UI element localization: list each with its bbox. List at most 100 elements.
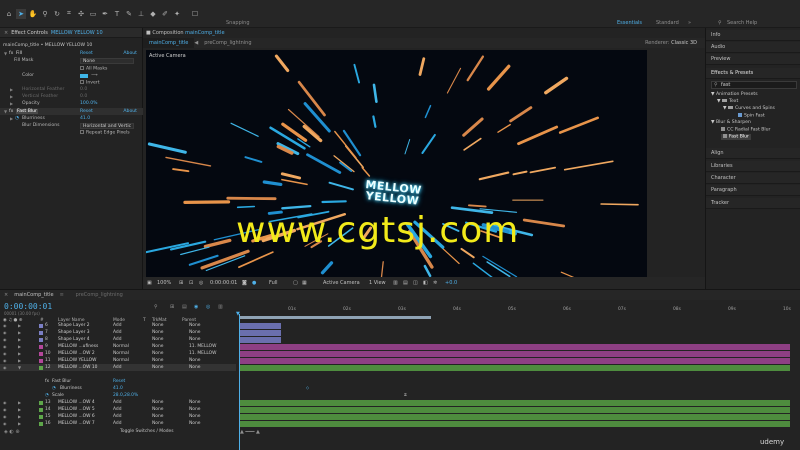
- expand-triangle-icon[interactable]: ▶: [18, 414, 21, 419]
- search-help-input[interactable]: Search Help: [727, 20, 757, 26]
- layer-bar[interactable]: [239, 420, 790, 427]
- parent-dropdown[interactable]: 11. MELLOW: [189, 351, 216, 356]
- keyframe-icon[interactable]: ⧖: [404, 392, 407, 397]
- timeline-current-time[interactable]: 0:00:00:01: [4, 302, 52, 311]
- eye-icon[interactable]: ◉: [3, 365, 7, 370]
- toggle-icon-2[interactable]: ▤: [403, 280, 408, 286]
- label-color[interactable]: [39, 421, 43, 426]
- libraries-panel-header[interactable]: Libraries: [706, 161, 800, 172]
- label-color[interactable]: [39, 323, 43, 328]
- fx-icon[interactable]: fx: [9, 109, 13, 114]
- trkmat-dropdown[interactable]: None: [152, 344, 163, 349]
- work-area-bar[interactable]: [239, 316, 431, 319]
- layer-row[interactable]: ◉ ▶ 10 MELLOW ...OW 2 Normal None 11. MELLOW: [0, 350, 236, 357]
- blur-dimensions-dropdown[interactable]: Horizontal and Vertic: [80, 122, 134, 129]
- tree-curves-spins[interactable]: ▼ Curves and Spins: [723, 106, 775, 111]
- parent-dropdown[interactable]: None: [189, 358, 200, 363]
- expand-triangle-icon[interactable]: ▼: [4, 51, 7, 56]
- composition-lock-icon[interactable]: ■: [146, 30, 151, 36]
- mode-dropdown[interactable]: Add: [113, 407, 122, 412]
- all-masks-checkbox[interactable]: [80, 65, 84, 70]
- hand-tool-icon[interactable]: ✋: [28, 9, 38, 19]
- expand-triangle-icon[interactable]: ▶: [10, 101, 13, 106]
- expand-triangle-icon[interactable]: ▶: [18, 421, 21, 426]
- eye-icon[interactable]: ◉: [3, 407, 7, 412]
- layer-bar[interactable]: [239, 322, 281, 329]
- fill-mask-dropdown[interactable]: None: [80, 57, 134, 64]
- playhead-icon[interactable]: ▼: [236, 311, 240, 317]
- label-color[interactable]: [39, 365, 43, 370]
- mode-dropdown[interactable]: Add: [113, 337, 122, 342]
- eye-icon[interactable]: ◉: [3, 330, 7, 335]
- label-color[interactable]: [39, 358, 43, 363]
- effects-search-input[interactable]: ⚲ fast: [711, 81, 797, 89]
- toggle-icon-3[interactable]: ◫: [413, 280, 418, 286]
- close-icon[interactable]: ×: [4, 30, 8, 36]
- layer-bar[interactable]: [239, 329, 281, 336]
- workspace-essentials[interactable]: Essentials: [617, 20, 642, 26]
- layer-bar[interactable]: [239, 343, 790, 350]
- parent-dropdown[interactable]: None: [189, 330, 200, 335]
- trkmat-dropdown[interactable]: None: [152, 323, 163, 328]
- eraser-tool-icon[interactable]: ◆: [148, 9, 158, 19]
- snapping-checkbox-icon[interactable]: ☐: [190, 9, 200, 19]
- trkmat-dropdown[interactable]: None: [152, 337, 163, 342]
- tree-fast-blur[interactable]: Fast Blur: [721, 134, 751, 140]
- mode-dropdown[interactable]: Normal: [113, 351, 129, 356]
- mode-dropdown[interactable]: Add: [113, 330, 122, 335]
- color-channel-icon[interactable]: ●: [252, 280, 256, 286]
- expand-triangle-icon[interactable]: ▶: [18, 351, 21, 356]
- mode-dropdown[interactable]: Add: [113, 323, 122, 328]
- mode-dropdown[interactable]: Normal: [113, 344, 129, 349]
- stopwatch-icon[interactable]: ◔: [45, 393, 49, 398]
- layer-bar[interactable]: [239, 336, 281, 343]
- eyedropper-icon[interactable]: ⟶: [91, 73, 98, 78]
- parent-dropdown[interactable]: None: [189, 400, 200, 405]
- expand-triangle-icon[interactable]: ▶: [18, 330, 21, 335]
- transparency-grid-icon[interactable]: ▦: [302, 280, 307, 286]
- tab-menu-icon[interactable]: ≡: [60, 292, 70, 298]
- toggle-switches-icon[interactable]: ◈ ◐ ⊕: [4, 429, 20, 435]
- zoom-slider-icon[interactable]: ▲ ━━━ ▲: [240, 429, 260, 435]
- trkmat-dropdown[interactable]: None: [152, 358, 163, 363]
- eye-icon[interactable]: ◉: [3, 323, 7, 328]
- region-icon[interactable]: ▢: [293, 280, 298, 286]
- type-tool-icon[interactable]: T: [112, 9, 122, 19]
- timeline-fast-blur-reset-link[interactable]: Reset: [113, 379, 125, 384]
- home-icon[interactable]: ⌂: [4, 9, 14, 19]
- layer-bar[interactable]: [239, 406, 790, 413]
- mode-dropdown[interactable]: Normal: [113, 358, 129, 363]
- motion-blur-icon[interactable]: ◎: [206, 304, 210, 310]
- character-panel-header[interactable]: Character: [706, 173, 800, 184]
- close-icon[interactable]: ×: [0, 292, 8, 298]
- expand-triangle-icon[interactable]: ▼: [18, 365, 21, 370]
- layer-row[interactable]: ◉ ▶ 13 MELLOW ...OW 4 Add None None: [0, 399, 236, 406]
- fill-reset-link[interactable]: Reset: [80, 51, 93, 56]
- parent-dropdown[interactable]: None: [189, 323, 200, 328]
- expand-triangle-icon[interactable]: ▶: [18, 344, 21, 349]
- fx-icon[interactable]: fx: [9, 51, 13, 56]
- graph-editor-icon[interactable]: ▥: [218, 304, 223, 310]
- fast-blur-about-link[interactable]: About: [123, 109, 137, 114]
- mode-dropdown[interactable]: Add: [113, 414, 122, 419]
- label-color[interactable]: [39, 414, 43, 419]
- layer-bar[interactable]: [239, 364, 790, 371]
- clone-tool-icon[interactable]: ⊥: [136, 9, 146, 19]
- zoom-dropdown[interactable]: 100%: [157, 280, 171, 286]
- fast-blur-reset-link[interactable]: Reset: [80, 109, 93, 114]
- comp-flowchart-icon[interactable]: ⊞: [170, 304, 174, 310]
- tree-blur-sharpen[interactable]: ▼ Blur & Sharpen: [711, 120, 751, 125]
- layer-row[interactable]: ◉ ▶ 7 Shape Layer 3 Add None None: [0, 329, 236, 336]
- parent-dropdown[interactable]: None: [189, 365, 200, 370]
- expand-triangle-icon[interactable]: ▶: [10, 116, 13, 121]
- align-panel-header[interactable]: Align: [706, 148, 800, 159]
- parent-dropdown[interactable]: 11. MELLOW: [189, 344, 216, 349]
- exposure-value[interactable]: +0.0: [445, 280, 457, 286]
- trkmat-dropdown[interactable]: None: [152, 351, 163, 356]
- expand-triangle-icon[interactable]: ▶: [18, 358, 21, 363]
- fill-about-link[interactable]: About: [123, 51, 137, 56]
- expand-triangle-icon[interactable]: ▶: [18, 400, 21, 405]
- stopwatch-icon[interactable]: ◔: [15, 116, 19, 121]
- always-preview-icon[interactable]: ▣: [147, 280, 152, 286]
- label-color[interactable]: [39, 337, 43, 342]
